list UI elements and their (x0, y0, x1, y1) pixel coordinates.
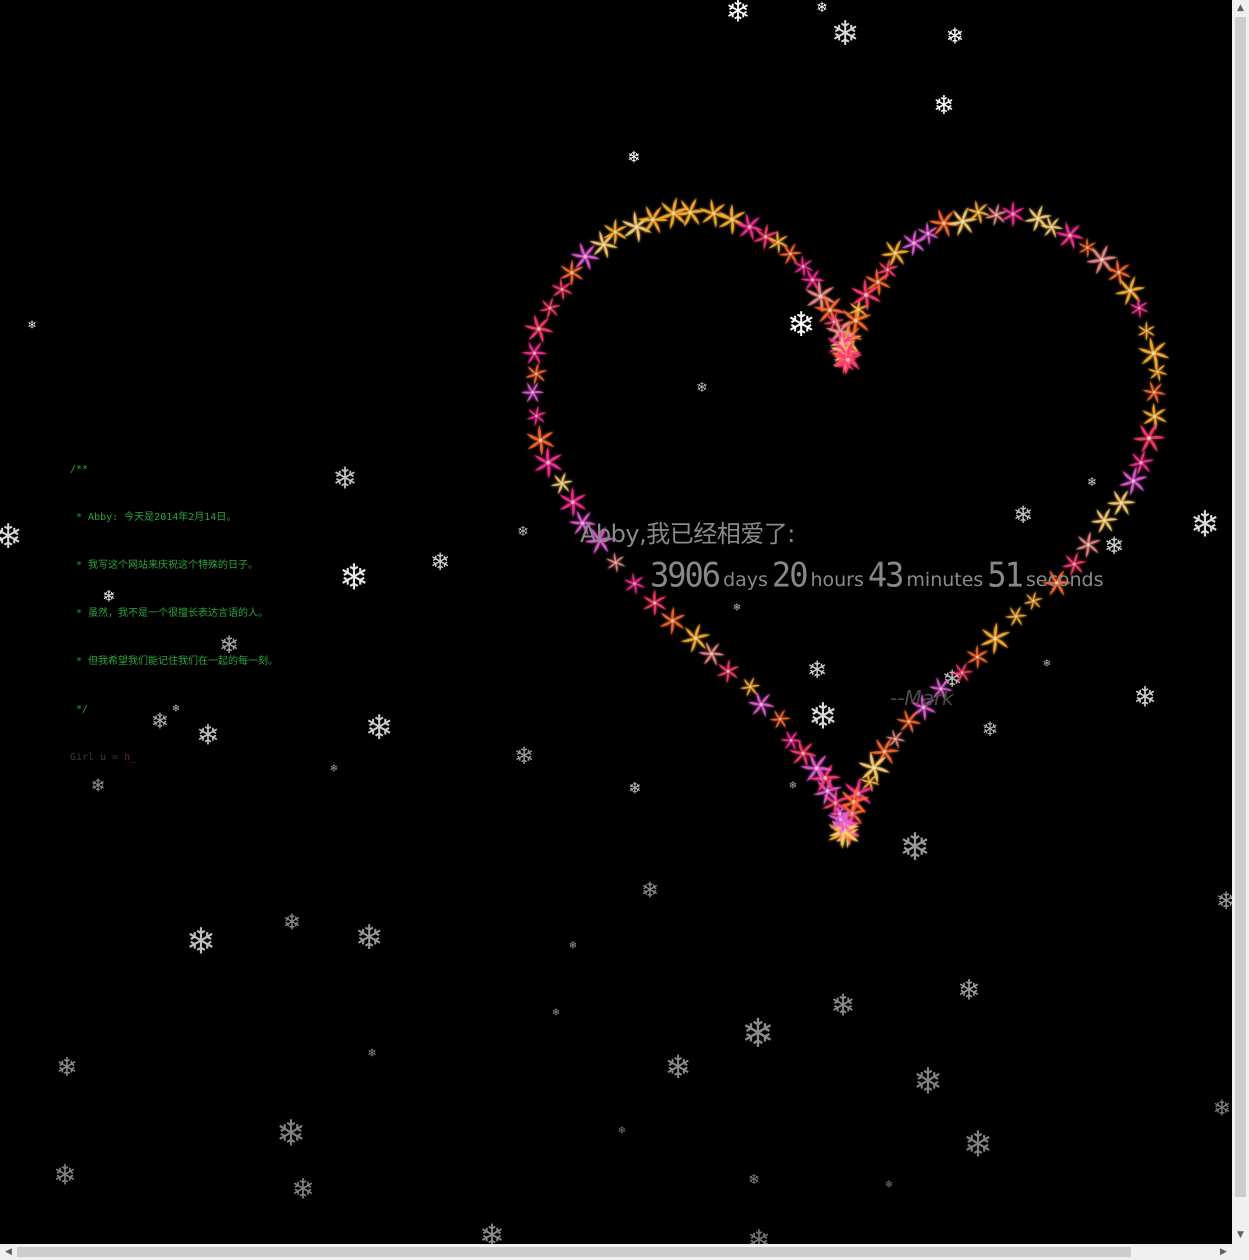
heart-petal-icon (680, 623, 711, 653)
heart-petal-icon (521, 341, 548, 365)
seconds-label: seconds (1025, 569, 1104, 591)
code-girl-line: Girl u = n_ (70, 750, 278, 766)
horizontal-scroll-thumb[interactable] (17, 1247, 1131, 1257)
heart-petal-icon (1142, 380, 1167, 404)
elapsed-days: 3906 (650, 555, 721, 595)
hours-label: hours (810, 569, 864, 591)
heart-petal-icon (901, 229, 927, 257)
heart-petal-icon (1090, 507, 1119, 534)
heart-petal-icon (951, 662, 974, 683)
heart-petal-icon (1078, 237, 1097, 258)
code-line: */ (70, 704, 89, 715)
heart-petal-icon (1004, 606, 1028, 627)
code-line: * 但我希望我们能记住我们在一起的每一刻。 (70, 656, 279, 667)
code-message: /** * Abby: 今天是2014年2月14日。 * 我写这个网站来庆祝这个… (70, 430, 278, 798)
heart-petal-icon (1147, 361, 1168, 383)
elapsed-seconds: 51 (987, 555, 1024, 595)
code-girl-keyword: n_ (124, 752, 137, 763)
vertical-scroll-thumb[interactable] (1235, 17, 1246, 1197)
heart-petal-icon (1137, 320, 1156, 341)
heart-petal-icon (966, 200, 991, 225)
signature: --Mark (890, 686, 954, 710)
heart-petal-icon (538, 297, 561, 319)
heart-petal-icon (1137, 337, 1170, 370)
scrollbar-corner (1232, 1244, 1249, 1260)
scroll-right-icon[interactable]: ▶ (1215, 1244, 1232, 1260)
heart-petal-icon (520, 382, 545, 403)
days-label: days (723, 569, 768, 591)
scroll-left-icon[interactable]: ◀ (0, 1244, 17, 1260)
heart-petal-icon (1106, 490, 1136, 516)
heart-petal-icon (526, 424, 555, 456)
heart-petal-icon (523, 314, 554, 344)
heart-petal-icon (525, 362, 548, 386)
elapsed-clock: 3906 days 20 hours 43 minutes 51 seconds (650, 555, 1108, 595)
heart-petal-icon (747, 691, 775, 718)
heart-petal-icon (1132, 423, 1166, 453)
love-title: Abby,我已经相爱了: (580, 520, 795, 548)
heart-petal-icon (966, 644, 989, 670)
code-line: * 虽然，我不是一个很擅长表达言语的人。 (70, 608, 269, 619)
heart-petal-icon (659, 606, 686, 636)
heart-petal-icon (1128, 450, 1155, 476)
elapsed-hours: 20 (771, 555, 809, 595)
heart-petal-icon (623, 572, 646, 595)
heart-petal-icon (769, 709, 791, 729)
heart-petal-icon (716, 658, 740, 684)
heart-petal-icon (739, 676, 761, 697)
heart-petal-icon (559, 259, 584, 287)
heart-petal-icon (718, 203, 746, 236)
heart-petal-icon (980, 622, 1011, 655)
heart-petal-icon (1119, 466, 1148, 496)
elapsed-minutes: 43 (867, 555, 905, 595)
minutes-label: minutes (906, 569, 984, 591)
heart-petal-icon (699, 198, 728, 229)
horizontal-scrollbar[interactable]: ◀ ▶ (0, 1244, 1232, 1260)
heart-petal-icon (606, 552, 626, 573)
code-line: * 我写这个网站来庆祝这个特殊的日子。 (70, 560, 259, 571)
scroll-up-icon[interactable]: ▲ (1232, 0, 1249, 17)
heart-petal-icon (778, 243, 803, 265)
scroll-down-icon[interactable]: ▼ (1232, 1227, 1249, 1244)
vertical-scrollbar[interactable]: ▲ ▼ (1232, 0, 1249, 1244)
code-line: * Abby: 今天是2014年2月14日。 (70, 512, 237, 523)
code-line: /** (70, 464, 89, 475)
canvas-stage: ❄ ❄ ❄ ❄ ❄ ❄ ❄ ❄ ❄ ❄ ❄ ❄ ❄ ❄ ❄ ❄ ❄ ❄ ❄ ❄ ❄ ❄ ❄ ❄ ❄ ❄ ❄ ❄ ❄ ❄ ❄ ❄ ❄ ❄ ❄ ❄ ❄ ❄ ❄ ❄… (0, 0, 1232, 1244)
code-girl-prefix: Girl u = (70, 752, 125, 763)
heart-petal-icon (526, 405, 547, 427)
